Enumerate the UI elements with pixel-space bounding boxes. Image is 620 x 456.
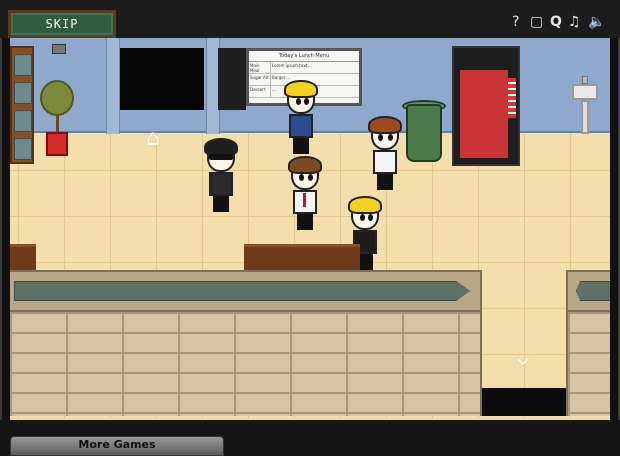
cabinet-shelf: [14, 110, 32, 132]
npc-eye: [378, 134, 383, 141]
bench-left: [10, 244, 36, 270]
red-tie-icon: [303, 193, 306, 207]
npc-legs: [293, 138, 309, 154]
counter-inset: [576, 281, 610, 301]
menu-row-label: Sugar Alt: [249, 74, 271, 85]
npc-eye: [360, 214, 365, 221]
npc-hair: [368, 116, 402, 134]
help-icon[interactable]: ?: [512, 14, 519, 30]
bench-center: [244, 244, 360, 270]
menu-row: Main Meal Lorem ipsum text...: [249, 62, 359, 74]
wall-sink-icon: [572, 76, 598, 140]
npc-eye: [368, 214, 373, 221]
npc-legs: [377, 174, 393, 190]
player-eye: [299, 174, 304, 181]
quality-icon[interactable]: Q: [550, 14, 562, 30]
counter-right-brick: [566, 312, 610, 416]
doorway-left[interactable]: [120, 48, 204, 110]
skip-button[interactable]: SKIP: [8, 10, 116, 38]
counter-inset: [14, 281, 470, 301]
npc-hair: [284, 80, 318, 98]
player-brown-hair[interactable]: [288, 156, 322, 234]
soda-vending-machine[interactable]: [452, 46, 520, 166]
npc-redhead-student[interactable]: [368, 116, 402, 192]
security-camera-icon: [52, 44, 66, 54]
cabinet-shelf: [14, 54, 32, 76]
quality-box-icon[interactable]: ▢: [530, 14, 543, 30]
wall-pillar: [106, 38, 120, 134]
sunglasses-icon: [209, 154, 233, 160]
npc-body: [373, 150, 397, 174]
vending-buttons: [508, 78, 516, 118]
npc-hair: [348, 196, 382, 214]
npc-body: [289, 114, 313, 138]
npc-blonde-student[interactable]: [284, 80, 318, 156]
cabinet-shelf: [14, 138, 32, 160]
doorway-shadow: [218, 48, 246, 110]
display-cabinet: [10, 46, 34, 164]
cafeteria-counter-top: [10, 270, 482, 312]
sink-tap: [582, 76, 588, 84]
top-bar: SKIP ? ▢ Q ♫ 🔈: [0, 0, 620, 38]
cabinet-shelf: [14, 82, 32, 104]
down-arrow-icon[interactable]: ⌄: [512, 342, 534, 372]
npc-eye: [388, 134, 393, 141]
npc-eye: [304, 98, 309, 105]
music-icon[interactable]: ♫: [568, 14, 581, 30]
sink-pedestal: [581, 100, 589, 134]
sound-icon[interactable]: 🔈: [588, 14, 605, 30]
up-arrow-icon[interactable]: ⌂: [146, 126, 160, 151]
menu-title: Today's Lunch Menu: [249, 51, 359, 62]
more-games-button[interactable]: More Games: [10, 436, 224, 456]
cafeteria-counter-brick: [10, 312, 482, 416]
menu-row-text: Lorem ipsum text...: [272, 63, 311, 68]
npc-eye: [296, 98, 301, 105]
counter-right-top: [566, 270, 610, 312]
menu-row-label: Main Meal: [249, 62, 271, 73]
counter-gap-shadow: [482, 388, 566, 416]
plant-pot: [46, 132, 68, 156]
player-legs: [297, 214, 313, 230]
sink-basin: [572, 84, 598, 100]
npc-legs: [213, 196, 229, 212]
player-hair: [288, 156, 322, 174]
soda-bottle-panel: [460, 70, 508, 158]
npc-body: [209, 172, 233, 196]
game-viewport[interactable]: Today's Lunch Menu Main Meal Lorem ipsum…: [10, 8, 610, 420]
player-eye: [308, 174, 313, 181]
menu-row-label: Dessert: [249, 86, 271, 97]
menu-row-text: ...: [272, 87, 276, 92]
potted-plant-icon: [40, 80, 74, 116]
npc-sunglasses-man[interactable]: [204, 138, 238, 216]
trash-can-icon[interactable]: [406, 104, 442, 162]
